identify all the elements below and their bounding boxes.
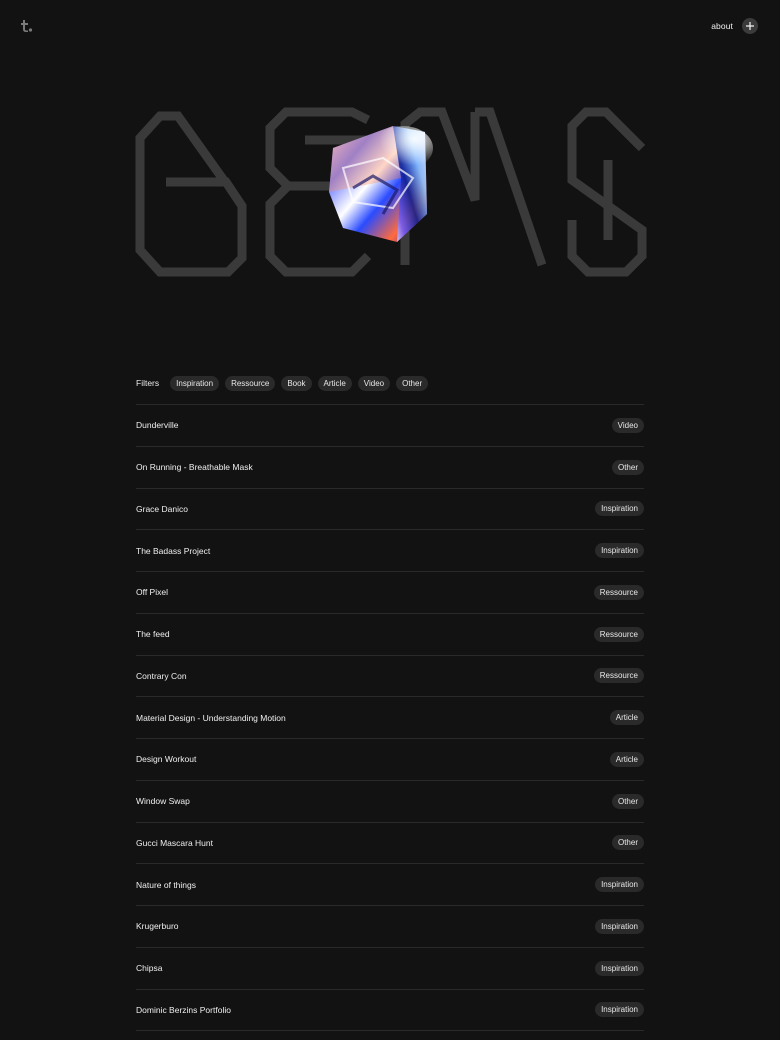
list-item[interactable]: Krugerburo Inspiration [136,906,644,948]
list-item[interactable]: Design Workout Article [136,739,644,781]
list-item[interactable]: Window Swap Other [136,781,644,823]
item-title[interactable]: The Badass Project [136,546,210,556]
item-title[interactable]: Window Swap [136,796,190,806]
item-title[interactable]: Material Design - Understanding Motion [136,713,286,723]
item-category-badge: Other [611,835,644,851]
holographic-gem-icon [323,118,443,250]
item-category-badge: Inspiration [595,918,644,934]
list-item[interactable]: Gucci Mascara Hunt Other [136,823,644,865]
item-title[interactable]: Gucci Mascara Hunt [136,838,213,848]
filter-chip-video[interactable]: Video [357,375,391,391]
list-item[interactable]: The feed Ressource [136,614,644,656]
item-category-badge: Article [609,710,644,726]
item-category-badge: Article [609,751,644,767]
list-item[interactable]: Contrary Con Ressource [136,656,644,698]
item-title[interactable]: Contrary Con [136,671,187,681]
filter-chip-ressource[interactable]: Ressource [225,375,276,391]
item-title[interactable]: The feed [136,629,170,639]
item-title[interactable]: Chipsa [136,963,162,973]
about-link[interactable]: about [711,21,733,31]
item-category-badge: Inspiration [595,1002,644,1018]
item-category-badge: Inspiration [595,877,644,893]
item-category-badge: Other [611,459,644,475]
list-item[interactable]: Off Pixel Ressource [136,572,644,614]
filter-bar: Filters Inspiration Ressource Book Artic… [136,375,644,391]
list-item[interactable]: Dominic Berzins Portfolio Inspiration [136,990,644,1032]
list-item[interactable]: Dunderville Video [136,405,644,447]
item-category-badge: Ressource [593,584,644,600]
filter-chip-inspiration[interactable]: Inspiration [170,375,220,391]
plus-icon[interactable] [742,18,758,34]
filter-chip-book[interactable]: Book [281,375,312,391]
item-category-badge: Ressource [593,668,644,684]
list-item[interactable]: Grace Danico Inspiration [136,489,644,531]
item-title[interactable]: Off Pixel [136,587,168,597]
item-category-badge: Ressource [593,626,644,642]
t-logo-icon[interactable] [18,18,34,34]
about-menu[interactable]: about [711,18,758,34]
filter-chip-article[interactable]: Article [317,375,352,391]
top-bar: about [0,0,780,56]
list-item[interactable]: Chipsa Inspiration [136,948,644,990]
item-category-badge: Other [611,793,644,809]
list-item[interactable]: On Running - Breathable Mask Other [136,447,644,489]
list-item[interactable]: The Badass Project Inspiration [136,530,644,572]
item-category-badge: Video [611,417,644,433]
item-title[interactable]: Krugerburo [136,921,179,931]
item-category-badge: Inspiration [595,960,644,976]
item-category-badge: Inspiration [595,543,644,559]
item-title[interactable]: On Running - Breathable Mask [136,462,253,472]
filter-chip-other[interactable]: Other [396,375,429,391]
gems-list: Dunderville Video On Running - Breathabl… [136,404,644,1032]
item-title[interactable]: Dominic Berzins Portfolio [136,1005,231,1015]
hero-wordmark [130,100,650,290]
list-item[interactable]: Material Design - Understanding Motion A… [136,697,644,739]
item-title[interactable]: Nature of things [136,880,196,890]
item-title[interactable]: Dunderville [136,420,179,430]
item-title[interactable]: Design Workout [136,754,196,764]
item-category-badge: Inspiration [595,501,644,517]
filters-label: Filters [136,378,160,388]
list-item[interactable]: Nature of things Inspiration [136,864,644,906]
item-title[interactable]: Grace Danico [136,504,188,514]
